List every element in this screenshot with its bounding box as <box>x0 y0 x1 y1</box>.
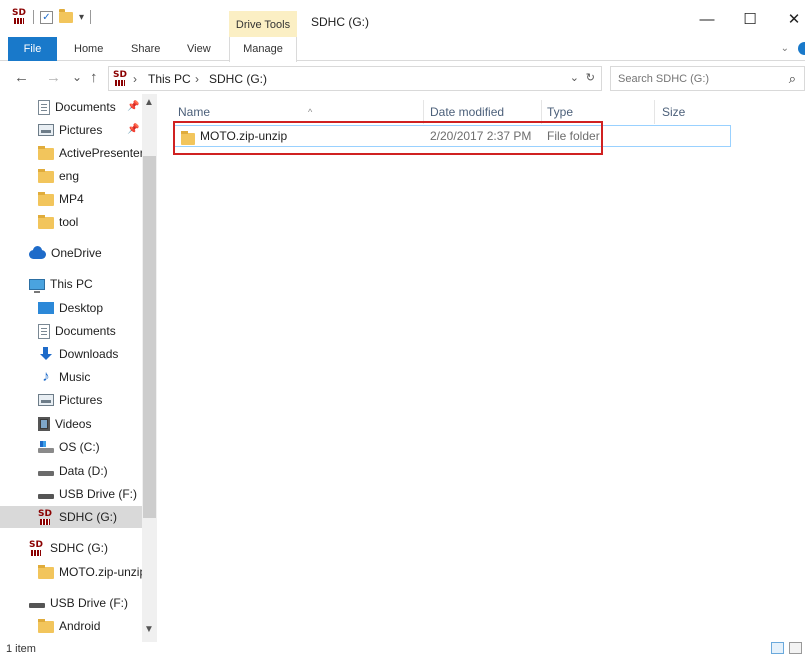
nav-item-pictures-pinned[interactable]: Pictures 📌 <box>0 119 142 141</box>
title-bar: SD ✓ ▾ Drive Tools SDHC (G:) — ☐ ✕ <box>0 0 805 37</box>
breadcrumb-sdhc[interactable]: SDHC (G:) <box>209 72 267 86</box>
nav-item-android[interactable]: Android <box>0 615 142 637</box>
large-icons-view-button[interactable] <box>789 642 802 654</box>
nav-item-sdhc-g-selected[interactable]: SD SDHC (G:) <box>0 506 142 528</box>
os-drive-icon <box>38 440 54 454</box>
folder-icon <box>38 169 54 183</box>
search-icon[interactable]: ⌕ <box>789 71 796 87</box>
breadcrumb-this-pc[interactable]: This PC <box>148 72 191 86</box>
nav-item-documents[interactable]: Documents <box>0 320 142 342</box>
onedrive-icon <box>29 246 46 259</box>
tab-file[interactable]: File <box>8 37 57 61</box>
sd-card-icon: SD <box>38 510 54 525</box>
pin-icon: 📌 <box>127 124 140 135</box>
nav-item-usb-drive-f-root[interactable]: USB Drive (F:) <box>0 592 142 614</box>
forward-button[interactable]: → <box>46 69 61 86</box>
nav-item-usb-drive-f[interactable]: USB Drive (F:) <box>0 483 142 505</box>
tab-share[interactable]: Share <box>131 37 160 61</box>
nav-item-pictures[interactable]: Pictures <box>0 389 142 411</box>
item-count: 1 item <box>6 643 36 655</box>
scroll-down-icon[interactable]: ▼ <box>144 624 154 635</box>
search-input[interactable] <box>618 68 768 89</box>
breadcrumb-separator[interactable]: › <box>133 72 137 86</box>
breadcrumb-separator[interactable]: › <box>195 72 199 86</box>
sd-card-icon: SD <box>113 71 128 87</box>
nav-item-downloads[interactable]: Downloads <box>0 343 142 365</box>
navigation-pane: Documents 📌 Pictures 📌 ActivePresenter e… <box>0 94 157 642</box>
nav-item-eng[interactable]: eng <box>0 165 142 187</box>
documents-icon <box>38 323 50 339</box>
maximize-button[interactable]: ☐ <box>735 8 765 32</box>
column-header-size[interactable]: Size <box>656 100 726 124</box>
sd-card-icon[interactable]: SD <box>12 9 27 25</box>
quick-access-toolbar: SD ✓ ▾ <box>12 8 92 25</box>
nav-item-activepresenter[interactable]: ActivePresenter <box>0 142 142 164</box>
up-button[interactable]: ↑ <box>90 69 98 86</box>
folder-icon <box>38 192 54 206</box>
help-icon[interactable] <box>798 42 805 55</box>
search-box[interactable]: ⌕ <box>610 66 805 91</box>
back-button[interactable]: ← <box>14 69 29 86</box>
pin-icon: 📌 <box>127 101 140 112</box>
downloads-icon <box>38 347 54 361</box>
nav-item-data-d[interactable]: Data (D:) <box>0 460 142 482</box>
nav-item-mp4[interactable]: MP4 <box>0 188 142 210</box>
properties-icon[interactable]: ✓ <box>40 10 53 24</box>
annotation-highlight-box <box>173 121 603 155</box>
tab-view[interactable]: View <box>187 37 211 61</box>
nav-item-tool[interactable]: tool <box>0 211 142 233</box>
divider <box>33 10 34 24</box>
tab-manage[interactable]: Manage <box>229 37 297 62</box>
documents-icon <box>38 99 50 115</box>
scrollbar-thumb[interactable] <box>143 156 156 518</box>
close-button[interactable]: ✕ <box>779 8 805 32</box>
window-title: SDHC (G:) <box>311 15 369 29</box>
usb-drive-icon <box>29 596 45 610</box>
recent-locations-button[interactable]: ⌄ <box>72 70 82 84</box>
address-bar[interactable]: SD › This PC › SDHC (G:) ⌄ ↻ <box>108 66 602 91</box>
divider <box>90 10 92 24</box>
file-list: Name ^ Date modified Type Size MOTO.zip-… <box>157 94 805 642</box>
nav-item-desktop[interactable]: Desktop <box>0 297 142 319</box>
nav-item-moto-zip-unzip[interactable]: MOTO.zip-unzip <box>0 561 142 583</box>
videos-icon <box>38 417 50 431</box>
new-folder-icon[interactable] <box>59 8 73 23</box>
nav-item-onedrive[interactable]: OneDrive <box>0 242 142 264</box>
nav-item-this-pc[interactable]: This PC <box>0 273 142 295</box>
refresh-button[interactable]: ↻ <box>586 71 595 84</box>
status-bar: 1 item <box>0 642 805 655</box>
tab-home[interactable]: Home <box>74 37 103 61</box>
nav-item-music[interactable]: ♪ Music <box>0 366 142 388</box>
navigation-bar: ← → ⌄ ↑ SD › This PC › SDHC (G:) ⌄ ↻ ⌕ <box>0 62 805 94</box>
pictures-icon <box>38 394 54 406</box>
this-pc-icon <box>29 278 45 293</box>
ribbon-tabs: File Home Share View Manage ⌄ <box>0 37 805 62</box>
expand-ribbon-icon[interactable]: ⌄ <box>781 43 789 54</box>
drive-icon <box>38 464 54 478</box>
nav-pane-scrollbar[interactable]: ▲ ▼ <box>142 94 157 642</box>
nav-item-documents-pinned[interactable]: Documents 📌 <box>0 96 142 118</box>
pictures-icon <box>38 124 54 136</box>
address-dropdown-button[interactable]: ⌄ <box>570 71 579 84</box>
desktop-icon <box>38 302 54 314</box>
customize-quick-access-dropdown[interactable]: ▾ <box>79 12 84 23</box>
scroll-up-icon[interactable]: ▲ <box>144 97 154 108</box>
nav-item-os-c[interactable]: OS (C:) <box>0 436 142 458</box>
sd-card-icon: SD <box>29 541 45 556</box>
minimize-button[interactable]: — <box>692 8 722 32</box>
folder-icon <box>38 565 54 579</box>
folder-icon <box>38 619 54 633</box>
nav-item-sdhc-g[interactable]: SD SDHC (G:) <box>0 537 142 559</box>
music-icon: ♪ <box>42 368 50 385</box>
drive-tools-context-label: Drive Tools <box>229 11 297 37</box>
folder-icon <box>38 215 54 229</box>
details-view-button[interactable] <box>771 642 784 654</box>
usb-drive-icon <box>38 487 54 501</box>
column-divider[interactable] <box>654 100 655 124</box>
nav-item-videos[interactable]: Videos <box>0 413 142 435</box>
folder-icon <box>38 146 54 160</box>
